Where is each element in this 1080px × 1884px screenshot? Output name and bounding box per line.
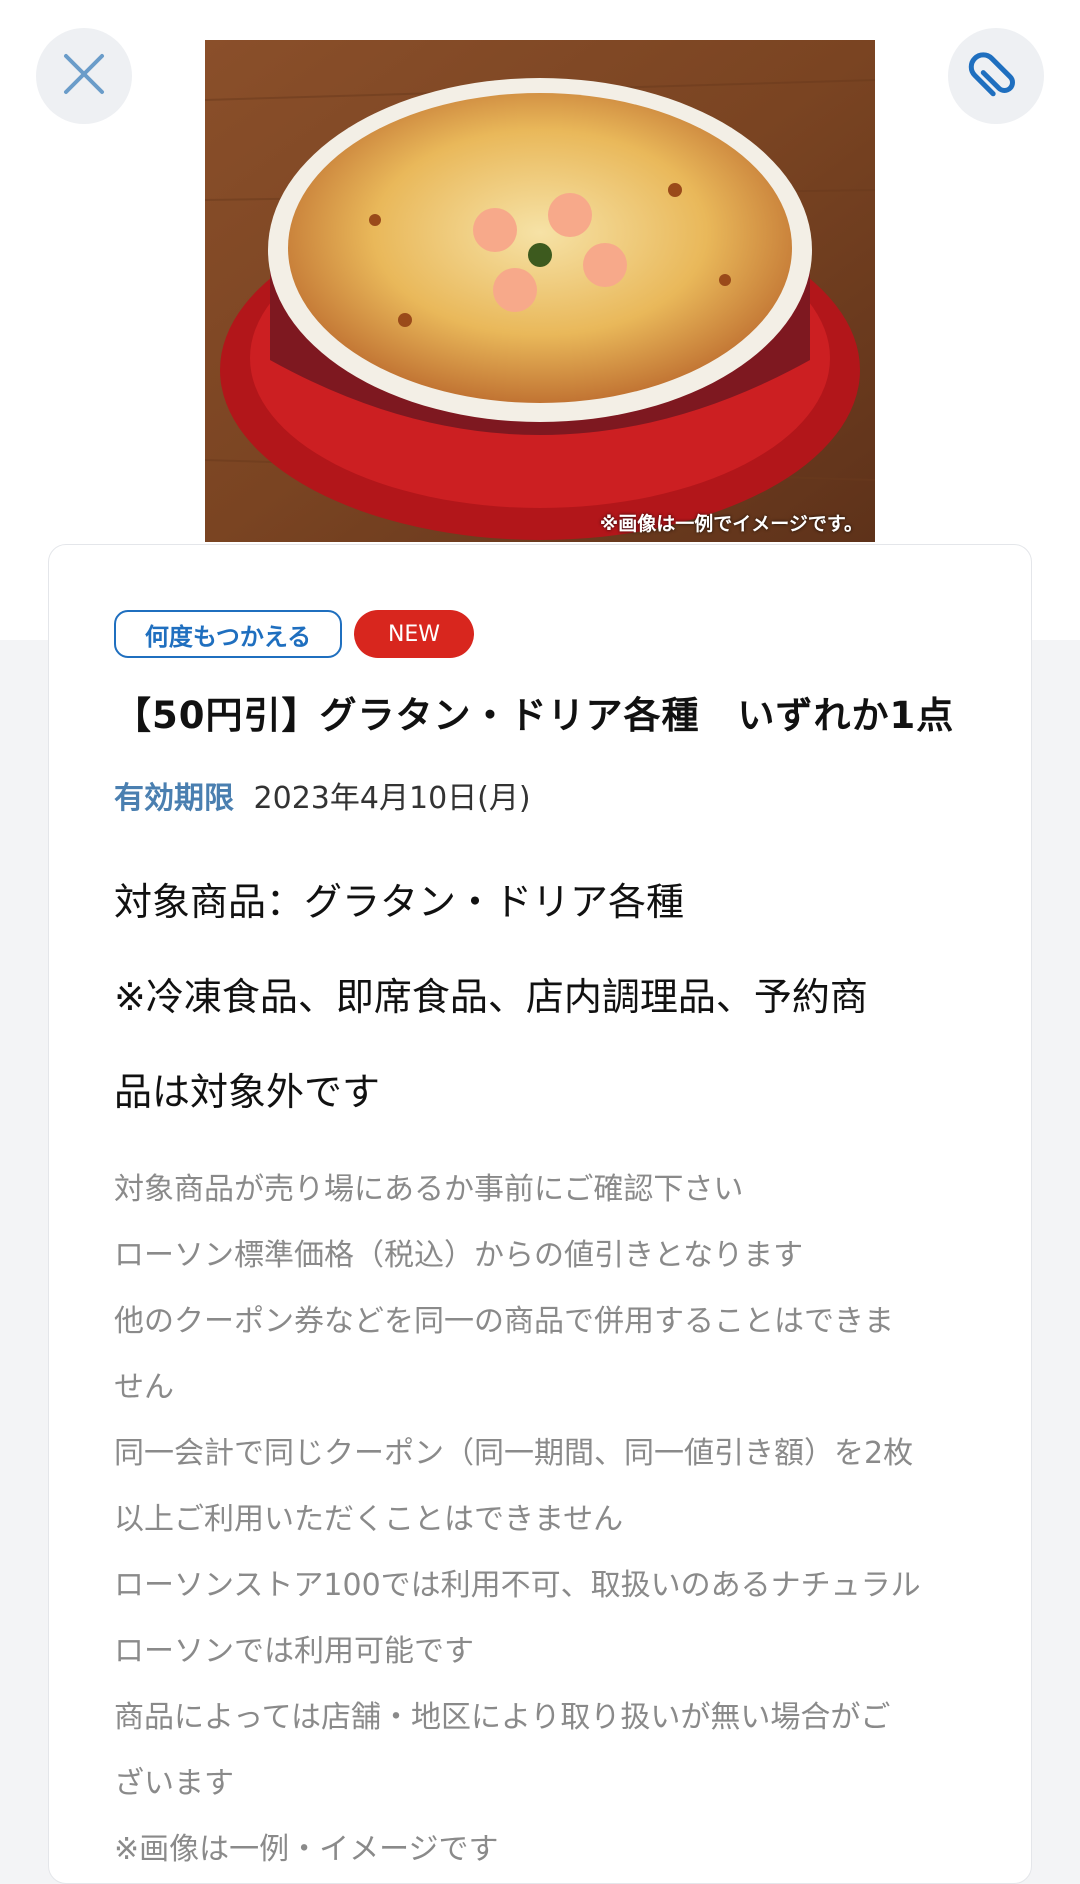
new-badge: NEW <box>354 610 474 658</box>
target-line: ※冷凍食品、即席食品、店内調理品、予約商 <box>114 975 868 1019</box>
coupon-title: 【50円引】グラタン・ドリア各種 いずれか1点 <box>114 694 955 737</box>
note-line: 対象商品が売り場にあるか事前にご確認下さい <box>114 1172 744 1207</box>
close-button[interactable] <box>36 28 132 124</box>
close-icon <box>62 52 106 100</box>
target-line: 品は対象外です <box>114 1070 381 1114</box>
note-line: ざいます <box>114 1766 234 1801</box>
expiry-row: 有効期限 2023年4月10日(月) <box>114 773 531 817</box>
note-line: ※画像は一例・イメージです <box>114 1832 499 1867</box>
note-line: 同一会計で同じクーポン（同一期間、同一値引き額）を2枚 <box>114 1436 914 1471</box>
note-line: 他のクーポン券などを同一の商品で併用することはできま <box>114 1304 894 1339</box>
note-line: 以上ご利用いただくことはできません <box>114 1502 624 1537</box>
terms-notes: 対象商品が売り場にあるか事前にご確認下さい ローソン標準価格（税込）からの値引き… <box>114 1157 974 1883</box>
product-image: ※画像は一例でイメージです。 <box>205 40 875 542</box>
coupon-card: 何度もつかえる NEW 【50円引】グラタン・ドリア各種 いずれか1点 有効期限… <box>48 544 1032 1884</box>
note-line: ローソンストア100では利用不可、取扱いのあるナチュラル <box>114 1568 921 1603</box>
image-disclaimer: ※画像は一例でイメージです。 <box>599 513 863 535</box>
paperclip-icon <box>968 46 1024 106</box>
note-line: せん <box>114 1370 174 1405</box>
expiry-date: 2023年4月10日(月) <box>253 781 531 816</box>
target-description: 対象商品：グラタン・ドリア各種 ※冷凍食品、即席食品、店内調理品、予約商 品は対… <box>114 855 974 1140</box>
note-line: 商品によっては店舗・地区により取り扱いが無い場合がご <box>114 1700 891 1735</box>
attach-button[interactable] <box>948 28 1044 124</box>
note-line: ローソンでは利用可能です <box>114 1634 474 1669</box>
expiry-label: 有効期限 <box>114 781 234 816</box>
badge-row: 何度もつかえる NEW <box>114 610 474 658</box>
reusable-badge: 何度もつかえる <box>114 610 342 658</box>
note-line: ローソン標準価格（税込）からの値引きとなります <box>114 1238 804 1273</box>
target-line: 対象商品：グラタン・ドリア各種 <box>114 880 685 924</box>
